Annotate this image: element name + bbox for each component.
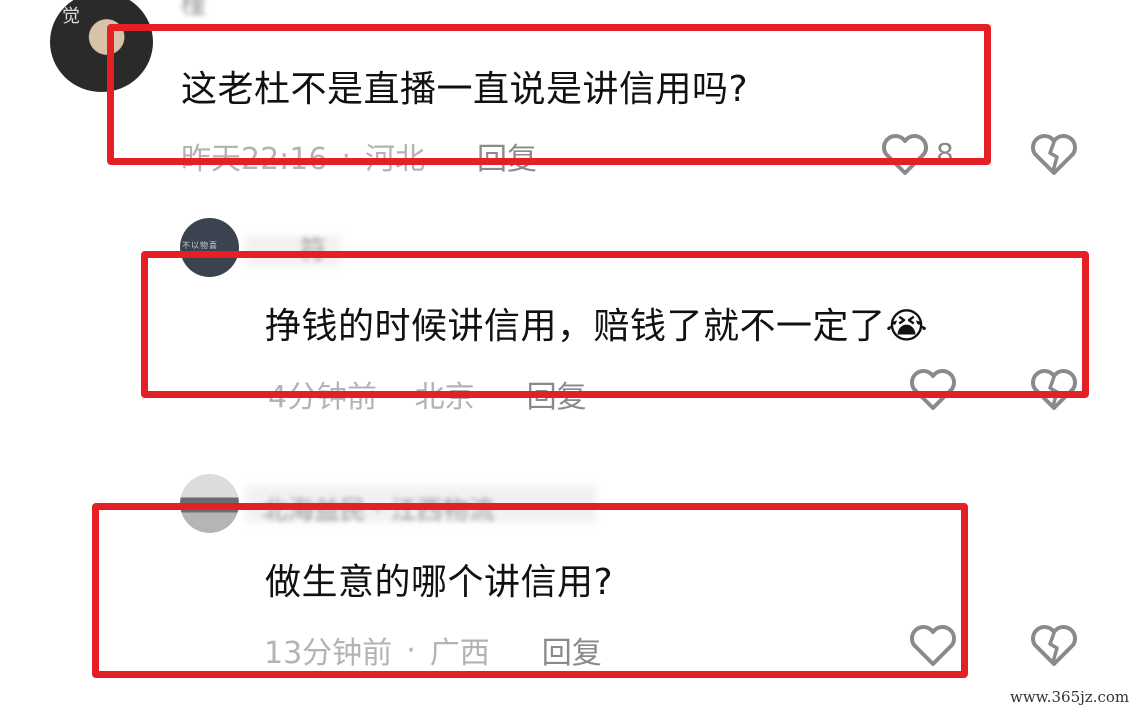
highlight-box — [107, 24, 991, 165]
avatar-text: 不以物喜 — [182, 241, 218, 250]
broken-heart-icon[interactable] — [1029, 133, 1079, 177]
broken-heart-icon[interactable] — [1029, 624, 1079, 668]
highlight-box — [141, 251, 1089, 398]
username[interactable]: 槿 — [180, 0, 206, 21]
highlight-box — [92, 503, 968, 678]
avatar-text: 觉 — [59, 6, 80, 24]
watermark: www.365jz.com — [1010, 688, 1130, 706]
